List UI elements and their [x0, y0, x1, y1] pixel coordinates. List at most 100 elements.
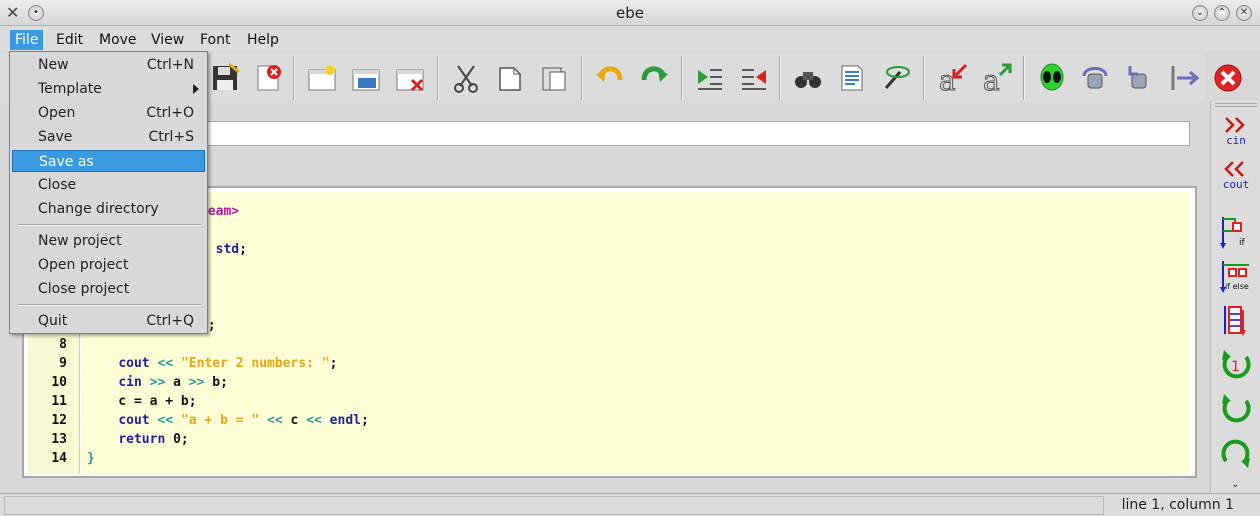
- file-menu-quit[interactable]: Quit Ctrl+Q: [12, 310, 205, 332]
- if-icon: if: [1220, 217, 1246, 249]
- menu-edit[interactable]: Edit: [51, 30, 88, 50]
- code-token: a: [165, 375, 189, 390]
- file-menu-change-directory[interactable]: Change directory: [12, 198, 205, 220]
- repeat-icon: [1221, 439, 1250, 468]
- counted-loop-icon: 1: [1222, 350, 1251, 379]
- file-menu-new[interactable]: New Ctrl+N: [12, 54, 205, 76]
- binoculars-icon: [795, 72, 821, 88]
- cursor-position: line 1, column 1: [1121, 497, 1234, 513]
- title-bar: ✕ • ebe ⌄ ⌃ ✕: [0, 0, 1260, 26]
- if-button[interactable]: if: [1217, 213, 1255, 253]
- code-token: "Enter 2 numbers: ": [180, 356, 330, 371]
- next-button[interactable]: [1076, 58, 1116, 98]
- run-button[interactable]: [1032, 58, 1072, 98]
- menu-font[interactable]: Font: [195, 30, 235, 50]
- switch-icon: [1224, 306, 1246, 336]
- save-file-button[interactable]: [205, 58, 245, 98]
- code-line: cout << "a + b = " << c << endl;: [87, 413, 369, 428]
- menu-file[interactable]: File: [10, 30, 44, 50]
- font-larger-icon: a: [983, 63, 1012, 94]
- code-token: return: [118, 432, 166, 447]
- if-else-button[interactable]: if else: [1217, 257, 1255, 297]
- palette-more-icon[interactable]: ⌄: [1231, 479, 1239, 490]
- find-button[interactable]: [788, 58, 828, 98]
- menu-view[interactable]: View: [146, 30, 189, 50]
- code-token: ;: [329, 356, 338, 371]
- file-menu-save-as[interactable]: Save as: [12, 150, 205, 172]
- loop-count-label: 1: [1231, 359, 1240, 375]
- font-smaller-button[interactable]: a: [932, 58, 972, 98]
- continue-icon: [1171, 66, 1200, 90]
- cin-button[interactable]: cin: [1217, 111, 1255, 151]
- code-area[interactable]: ream> e std; c; cout << "Enter 2 numbers…: [81, 192, 1190, 474]
- menu-help[interactable]: Help: [242, 30, 284, 50]
- step-into-icon: [1128, 66, 1147, 89]
- close-project-button[interactable]: [390, 58, 430, 98]
- code-token: }: [87, 451, 95, 466]
- magic-wand-button[interactable]: [876, 58, 916, 98]
- code-token: cout: [118, 413, 150, 428]
- file-menu-save[interactable]: Save Ctrl+S: [12, 126, 205, 148]
- submenu-arrow-icon: [193, 84, 199, 94]
- window-title: ebe: [616, 4, 644, 22]
- code-line: cin >> a >> b;: [87, 375, 228, 390]
- code-token: 0;: [165, 432, 189, 447]
- file-menu-close-project[interactable]: Close project: [12, 278, 205, 300]
- comment-button[interactable]: [832, 58, 872, 98]
- code-token: c = a + b;: [87, 394, 197, 409]
- switch-button[interactable]: [1217, 301, 1255, 341]
- copy-button[interactable]: [490, 58, 530, 98]
- code-token: "a + b = ": [180, 413, 260, 428]
- unindent-button[interactable]: [734, 58, 774, 98]
- code-line: }: [87, 451, 95, 466]
- close-file-button[interactable]: [248, 58, 288, 98]
- code-token: >>: [149, 375, 166, 390]
- code-token: c: [282, 413, 307, 428]
- menu-move[interactable]: Move: [94, 30, 142, 50]
- status-bar: line 1, column 1: [0, 493, 1260, 516]
- magic-wand-icon: [884, 66, 910, 89]
- stop-button[interactable]: [1208, 58, 1248, 98]
- alien-icon: [1040, 63, 1064, 91]
- svg-text:a: a: [983, 64, 1000, 94]
- code-token: b;: [204, 375, 228, 390]
- unindent-icon: [742, 69, 766, 90]
- code-token: <<: [157, 413, 174, 428]
- close-window-icon[interactable]: ✕: [1236, 5, 1252, 21]
- maximize-icon[interactable]: ⌃: [1214, 5, 1230, 21]
- menu-separator: [18, 224, 201, 226]
- file-menu-open[interactable]: Open Ctrl+O: [12, 102, 205, 124]
- new-project-button[interactable]: [302, 58, 342, 98]
- for-loop-button[interactable]: 1: [1217, 345, 1255, 385]
- file-menu-new-project[interactable]: New project: [12, 230, 205, 252]
- while-loop-button[interactable]: [1217, 389, 1255, 429]
- cut-button[interactable]: [446, 58, 486, 98]
- redo-button[interactable]: [634, 58, 674, 98]
- indent-button[interactable]: [690, 58, 730, 98]
- continue-button[interactable]: [1164, 58, 1204, 98]
- code-token: ;: [360, 413, 369, 428]
- minimize-icon[interactable]: ⌄: [1192, 5, 1208, 21]
- cout-button[interactable]: cout: [1217, 155, 1255, 195]
- command-input[interactable]: [200, 121, 1190, 146]
- file-menu: New Ctrl+N Template Open Ctrl+O Save Ctrl+S…: [9, 51, 208, 334]
- paste-button[interactable]: [534, 58, 574, 98]
- open-project-icon: [352, 69, 380, 91]
- step-button[interactable]: [1120, 58, 1160, 98]
- undo-button[interactable]: [590, 58, 630, 98]
- next-step-icon: [1082, 67, 1108, 89]
- do-while-button[interactable]: [1217, 433, 1255, 473]
- code-line: cout << "Enter 2 numbers: ";: [87, 356, 337, 371]
- close-file-icon: [257, 65, 281, 91]
- copy-icon: [499, 67, 521, 91]
- file-menu-open-project[interactable]: Open project: [12, 254, 205, 276]
- open-project-button[interactable]: [346, 58, 386, 98]
- font-larger-button[interactable]: a: [976, 58, 1016, 98]
- file-menu-close[interactable]: Close: [12, 174, 205, 196]
- loop-icon: [1222, 394, 1251, 423]
- file-menu-template[interactable]: Template: [12, 78, 205, 100]
